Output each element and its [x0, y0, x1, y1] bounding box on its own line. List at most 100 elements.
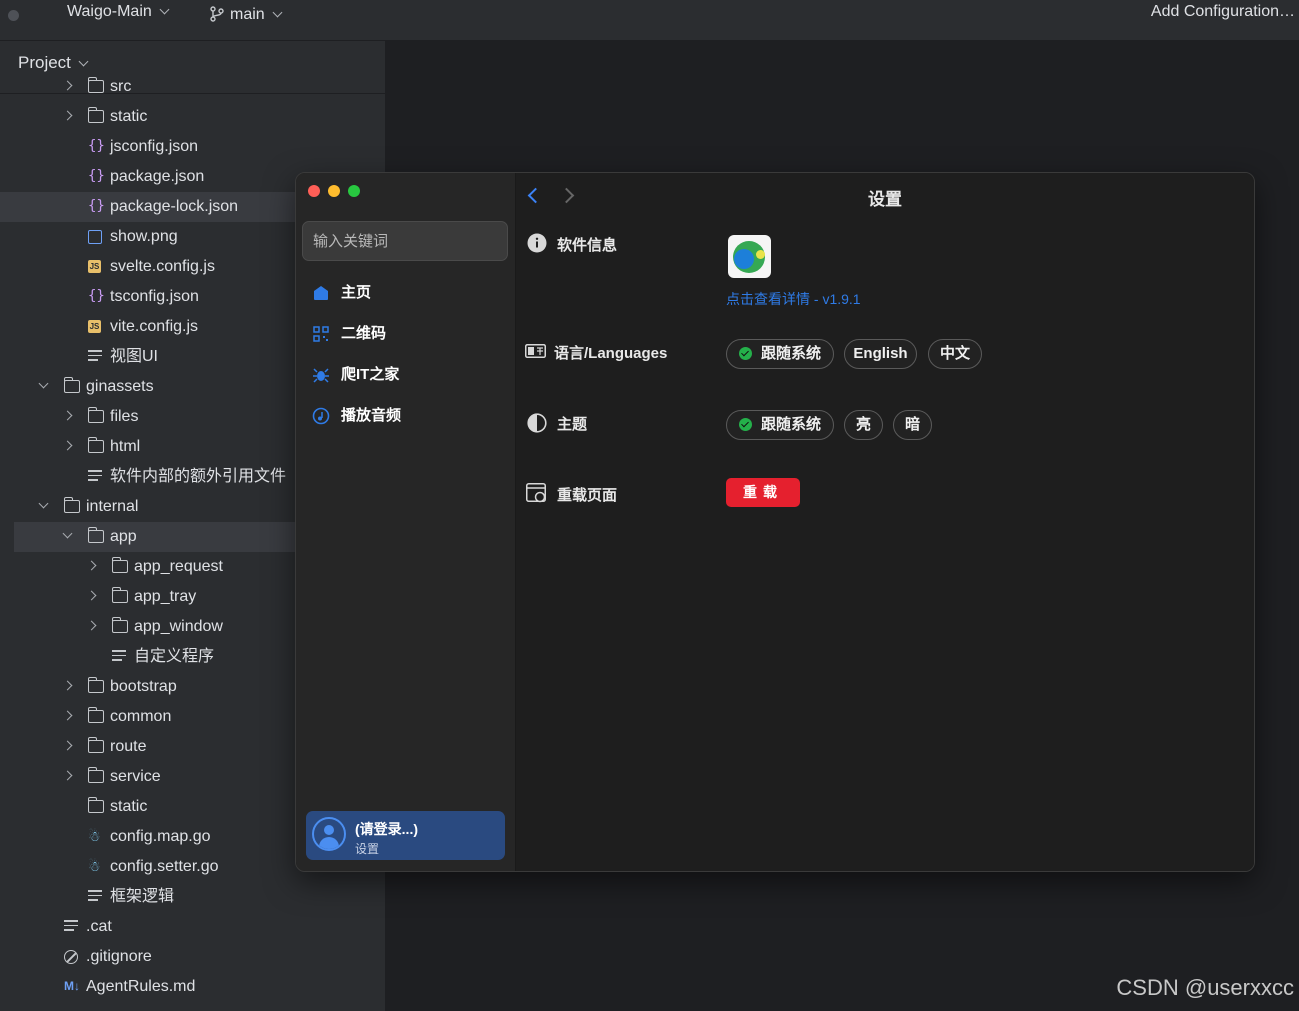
chevron-right-icon[interactable] [62, 770, 73, 781]
avatar [312, 817, 346, 851]
chevron-down-icon[interactable] [38, 378, 49, 389]
folder-icon [63, 497, 80, 513]
text-file-icon [64, 920, 78, 933]
chevron-down-icon [272, 7, 283, 18]
window-dot-icon[interactable] [8, 10, 19, 21]
info-icon [527, 233, 547, 253]
chevron-right-icon[interactable] [62, 80, 73, 91]
json-file-icon: {} [88, 198, 105, 214]
home-icon [314, 286, 328, 300]
tree-item-label: app [110, 528, 137, 545]
folder-icon [87, 797, 104, 813]
tree-folder[interactable]: src [0, 72, 385, 102]
tree-file[interactable]: M↓ AgentRules.md [0, 972, 385, 1002]
folder-icon [111, 557, 128, 573]
version-details-link[interactable]: 点击查看详情 - v1.9.1 [726, 289, 861, 309]
tree-item-label: internal [86, 498, 139, 515]
theme-label: 主题 [557, 416, 588, 433]
chevron-right-icon[interactable] [62, 410, 73, 421]
add-configuration-button[interactable]: Add Configuration… [1151, 3, 1295, 21]
bug-icon [313, 368, 329, 383]
branch-selector[interactable]: main [210, 3, 283, 24]
tree-item-label: 自定义程序 [134, 648, 215, 665]
project-selector[interactable]: Waigo-Main [67, 3, 170, 21]
tree-file[interactable]: .cat [0, 912, 385, 942]
tree-item-label: app_tray [134, 588, 197, 605]
page-title: 设置 [868, 190, 902, 209]
language-option-system[interactable]: 跟随系统 [726, 339, 834, 369]
nav-item-label: 播放音频 [341, 407, 402, 424]
chevron-down-icon[interactable] [62, 528, 73, 539]
folder-icon [87, 407, 104, 423]
user-subtitle: 设置 [355, 842, 380, 856]
reload-page-icon [526, 483, 546, 503]
tree-item-label: config.setter.go [110, 858, 219, 875]
minimize-window-button[interactable] [328, 185, 340, 197]
settings-content: 设置 软件信息 点击查看详情 - v1.9.1 语言/Languages 跟随系… [516, 173, 1254, 871]
tree-folder[interactable]: static [0, 102, 385, 132]
tree-file[interactable]: {} jsconfig.json [0, 132, 385, 162]
folder-icon [87, 767, 104, 783]
folder-icon [87, 737, 104, 753]
chevron-right-icon[interactable] [62, 710, 73, 721]
gitignore-icon [64, 950, 78, 964]
chevron-right-icon[interactable] [62, 440, 73, 451]
text-file-icon [112, 650, 126, 663]
check-circle-icon [738, 418, 752, 431]
tree-item-label: common [110, 708, 172, 725]
theme-option-light[interactable]: 亮 [844, 410, 883, 440]
js-file-icon: JS [88, 260, 101, 273]
reload-button[interactable]: 重载 [726, 478, 800, 507]
tree-item-label: jsconfig.json [110, 138, 199, 155]
tree-item-label: config.map.go [110, 828, 211, 845]
tree-file[interactable]: .gitignore [0, 942, 385, 972]
tree-item-label: show.png [110, 228, 178, 245]
language-option-english[interactable]: English [844, 339, 917, 369]
tree-item-label: route [110, 738, 147, 755]
folder-icon [87, 107, 104, 123]
json-file-icon: {} [88, 288, 105, 304]
check-circle-icon [738, 347, 752, 360]
theme-option-system[interactable]: 跟随系统 [726, 410, 834, 440]
option-label: 跟随系统 [760, 416, 821, 433]
tree-item-label: tsconfig.json [110, 288, 199, 305]
folder-icon [111, 587, 128, 603]
language-icon [525, 344, 546, 358]
tree-item-label: .gitignore [86, 948, 152, 965]
maximize-window-button[interactable] [348, 185, 360, 197]
chevron-down-icon [159, 4, 170, 15]
chevron-right-icon[interactable] [62, 740, 73, 751]
tree-item-label: 软件内部的额外引用文件 [110, 468, 287, 485]
tree-item-label: app_request [134, 558, 223, 575]
folder-icon [63, 377, 80, 393]
user-profile-button[interactable]: (请登录...) 设置 [306, 811, 505, 860]
chevron-right-icon[interactable] [86, 560, 97, 571]
tree-item-label: service [110, 768, 161, 785]
tree-item-label: package.json [110, 168, 205, 185]
music-icon [312, 407, 330, 425]
language-option-chinese[interactable]: 中文 [928, 339, 982, 369]
tree-item-label: .cat [86, 918, 112, 935]
text-file-icon [88, 470, 102, 483]
tree-item-label: src [110, 78, 132, 95]
chevron-right-icon[interactable] [86, 590, 97, 601]
tree-item-label: AgentRules.md [86, 978, 196, 995]
app-logo [728, 235, 771, 278]
chevron-down-icon [78, 56, 89, 67]
chevron-right-icon[interactable] [62, 680, 73, 691]
language-label: 语言/Languages [554, 345, 668, 362]
git-branch-icon [210, 6, 224, 22]
folder-icon [87, 707, 104, 723]
search-input[interactable] [302, 221, 508, 261]
tree-item-label: vite.config.js [110, 318, 199, 335]
chevron-right-icon[interactable] [86, 620, 97, 631]
tree-item-label: static [110, 108, 148, 125]
chevron-down-icon[interactable] [38, 498, 49, 509]
theme-option-dark[interactable]: 暗 [893, 410, 932, 440]
chevron-right-icon[interactable] [62, 110, 73, 121]
close-window-button[interactable] [308, 185, 320, 197]
tree-file[interactable]: 框架逻辑 [0, 882, 385, 912]
contrast-icon [527, 413, 547, 433]
project-panel-header[interactable]: Project [18, 53, 89, 73]
folder-icon [87, 527, 104, 543]
